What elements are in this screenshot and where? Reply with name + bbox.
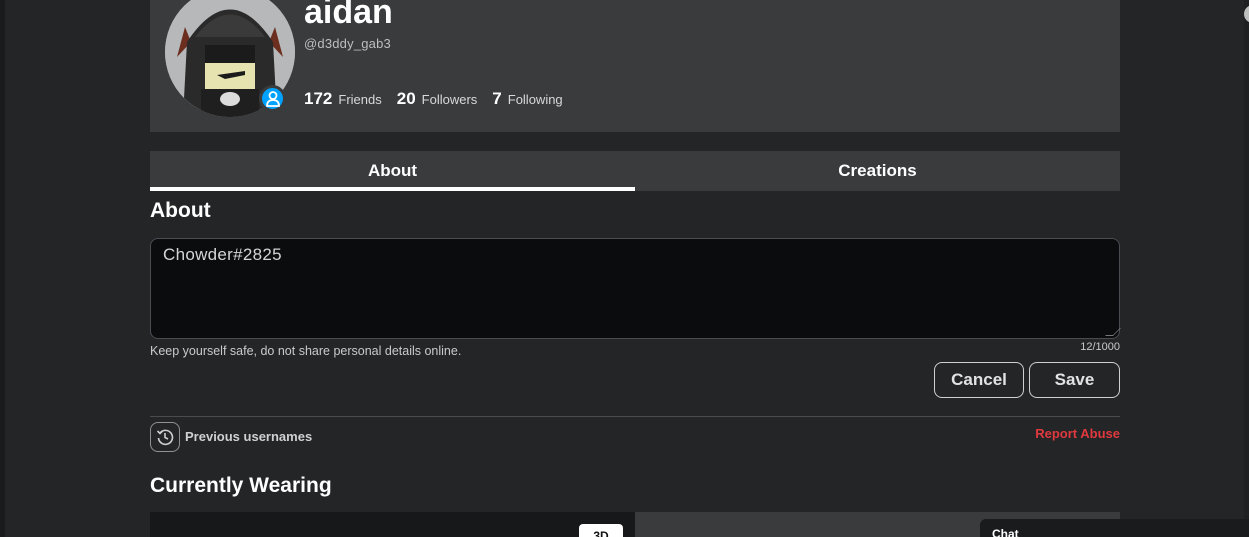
currently-wearing-heading: Currently Wearing xyxy=(150,474,332,497)
about-textarea[interactable]: Chowder#2825 xyxy=(150,238,1121,339)
avatar-preview-panel xyxy=(150,512,635,537)
followers-count: 20 xyxy=(396,89,416,108)
right-edge xyxy=(1244,0,1249,537)
toggle-3d-button[interactable]: 3D xyxy=(579,524,623,537)
chat-bar[interactable] xyxy=(980,519,1249,537)
history-icon[interactable] xyxy=(150,422,180,452)
friends-label: Friends xyxy=(338,92,382,107)
tab-creations[interactable]: Creations xyxy=(635,151,1120,191)
following-count: 7 xyxy=(492,89,502,108)
profile-tabs: About Creations xyxy=(150,151,1120,191)
following-stat[interactable]: 7 Following xyxy=(492,89,562,109)
cancel-button[interactable]: Cancel xyxy=(934,362,1024,398)
profile-header: aidan @d3ddy_gab3 172 Friends 20 Followe… xyxy=(150,0,1120,132)
chat-label[interactable]: Chat xyxy=(992,527,1019,537)
about-text: Chowder#2825 xyxy=(163,245,282,264)
about-heading: About xyxy=(150,199,211,222)
friends-stat[interactable]: 172 Friends xyxy=(304,89,382,109)
character-count: 12/1000 xyxy=(1080,341,1120,353)
friends-count: 172 xyxy=(304,89,333,108)
save-button[interactable]: Save xyxy=(1029,362,1120,398)
online-status-icon xyxy=(259,85,286,112)
profile-stats: 172 Friends 20 Followers 7 Following xyxy=(304,89,578,109)
left-edge xyxy=(0,0,5,537)
safety-note: Keep yourself safe, do not share persona… xyxy=(150,344,462,358)
section-divider xyxy=(150,416,1120,417)
display-name: aidan xyxy=(304,0,393,31)
username: @d3ddy_gab3 xyxy=(304,36,391,51)
tab-about[interactable]: About xyxy=(150,151,635,191)
previous-usernames-link[interactable]: Previous usernames xyxy=(185,429,312,444)
following-label: Following xyxy=(507,92,563,107)
resize-handle-icon[interactable] xyxy=(1105,328,1121,336)
followers-label: Followers xyxy=(421,92,478,107)
followers-stat[interactable]: 20 Followers xyxy=(397,89,478,109)
report-abuse-link[interactable]: Report Abuse xyxy=(1035,426,1120,441)
